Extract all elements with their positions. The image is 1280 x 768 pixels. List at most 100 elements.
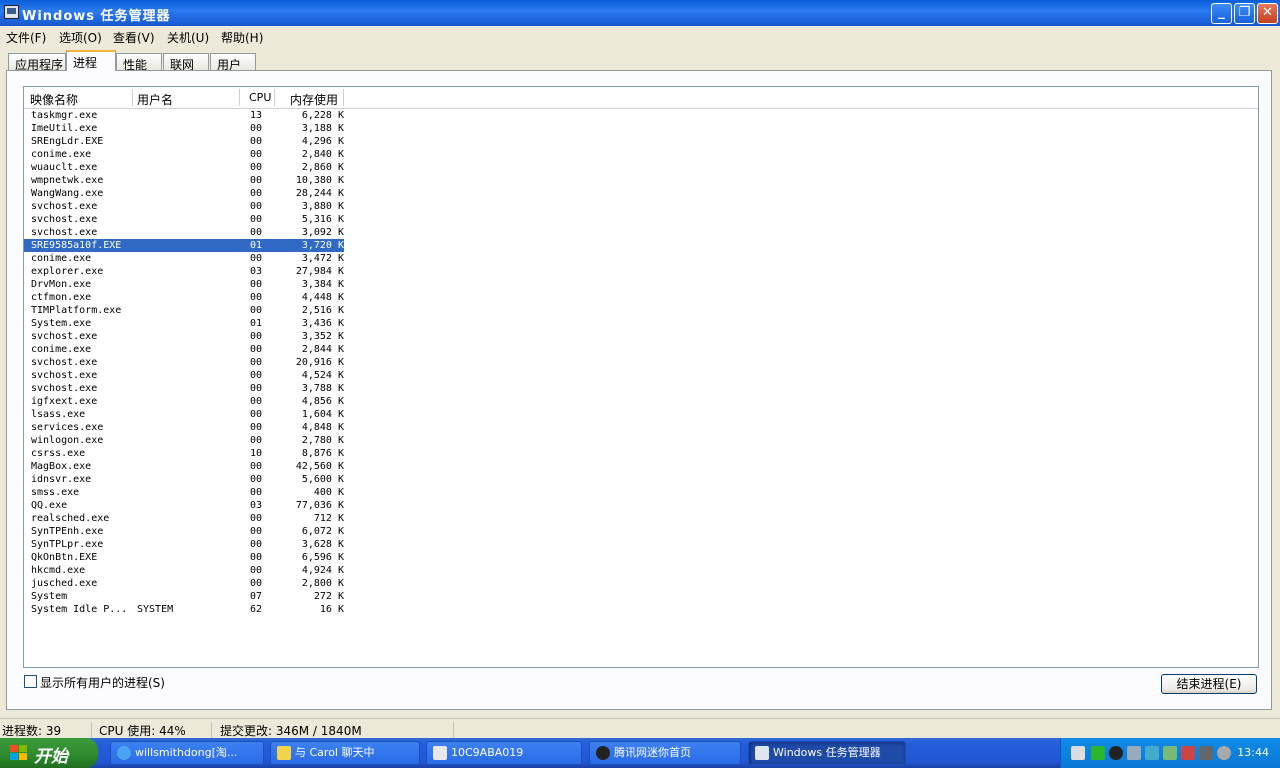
window-title-bar[interactable]: Windows 任务管理器 _ ❐ ✕ xyxy=(0,0,1280,26)
table-row[interactable]: smss.exe 00 400 K xyxy=(24,486,344,499)
window-icon xyxy=(433,746,447,760)
table-row[interactable]: ctfmon.exe 00 4,448 K xyxy=(24,291,344,304)
cell-memory: 3,352 K xyxy=(301,331,344,342)
menu-options[interactable]: 选项(O) xyxy=(59,29,102,46)
table-row[interactable]: idnsvr.exe 00 5,600 K xyxy=(24,473,344,486)
taskbar-item-qq-home[interactable]: 腾讯网迷你首页 xyxy=(589,741,741,765)
table-row[interactable]: MagBox.exe 00 42,560 K xyxy=(24,460,344,473)
tab-performance[interactable]: 性能 xyxy=(116,53,162,72)
security-icon[interactable] xyxy=(1145,746,1159,760)
cell-image-name: winlogon.exe xyxy=(31,435,104,446)
taskbar-item-browser[interactable]: willsmithdong[淘... xyxy=(110,741,264,765)
table-row[interactable]: SRE9585a10f.EXE 01 3,720 K xyxy=(24,239,344,252)
taskbar-item-label: 腾讯网迷你首页 xyxy=(614,746,691,759)
disconnected-network-icon[interactable] xyxy=(1181,746,1195,760)
table-row[interactable]: hkcmd.exe 00 4,924 K xyxy=(24,564,344,577)
menu-view[interactable]: 查看(V) xyxy=(113,29,155,46)
table-row[interactable]: conime.exe 00 2,844 K xyxy=(24,343,344,356)
cell-memory: 2,780 K xyxy=(301,435,344,446)
table-row[interactable]: winlogon.exe 00 2,780 K xyxy=(24,434,344,447)
cell-image-name: svchost.exe xyxy=(31,214,98,225)
keyboard-icon[interactable] xyxy=(1071,746,1085,760)
display-icon[interactable] xyxy=(1199,746,1213,760)
qq-tray-icon[interactable] xyxy=(1109,746,1123,760)
table-row[interactable]: QkOnBtn.EXE 00 6,596 K xyxy=(24,551,344,564)
table-row[interactable]: realsched.exe 00 712 K xyxy=(24,512,344,525)
cell-image-name: TIMPlatform.exe xyxy=(31,305,122,316)
table-row[interactable]: svchost.exe 00 3,788 K xyxy=(24,382,344,395)
table-row[interactable]: taskmgr.exe 13 6,228 K xyxy=(24,109,344,122)
tab-processes[interactable]: 进程 xyxy=(66,50,116,71)
table-row[interactable]: wmpnetwk.exe 00 10,380 K xyxy=(24,174,344,187)
header-cpu[interactable]: CPU xyxy=(249,91,271,108)
tab-users[interactable]: 用户 xyxy=(210,53,256,72)
taskbar-item-chat[interactable]: 与 Carol 聊天中 xyxy=(270,741,420,765)
taskbar-item-label: willsmithdong[淘... xyxy=(135,746,238,759)
table-row[interactable]: svchost.exe 00 3,352 K xyxy=(24,330,344,343)
taskbar-item-folder[interactable]: 10C9ABA019 xyxy=(426,741,582,765)
start-button[interactable]: 开始 xyxy=(0,738,98,768)
table-row[interactable]: svchost.exe 00 4,524 K xyxy=(24,369,344,382)
clock[interactable]: 13:44 xyxy=(1237,746,1269,759)
battery-icon[interactable] xyxy=(1091,746,1105,760)
table-row[interactable]: WangWang.exe 00 28,244 K xyxy=(24,187,344,200)
cell-image-name: DrvMon.exe xyxy=(31,279,92,290)
update-icon[interactable] xyxy=(1163,746,1177,760)
table-row[interactable]: DrvMon.exe 00 3,384 K xyxy=(24,278,344,291)
cell-image-name: QkOnBtn.EXE xyxy=(31,552,98,563)
cell-memory: 5,316 K xyxy=(301,214,344,225)
header-divider[interactable] xyxy=(132,89,133,106)
table-row[interactable]: svchost.exe 00 20,916 K xyxy=(24,356,344,369)
menu-shutdown[interactable]: 关机(U) xyxy=(167,29,209,46)
menu-help[interactable]: 帮助(H) xyxy=(221,29,263,46)
cell-image-name: MagBox.exe xyxy=(31,461,92,472)
close-button[interactable]: ✕ xyxy=(1257,3,1278,24)
table-row[interactable]: SREngLdr.EXE 00 4,296 K xyxy=(24,135,344,148)
table-row[interactable]: explorer.exe 03 27,984 K xyxy=(24,265,344,278)
table-row[interactable]: conime.exe 00 2,840 K xyxy=(24,148,344,161)
table-row[interactable]: jusched.exe 00 2,800 K xyxy=(24,577,344,590)
cell-image-name: conime.exe xyxy=(31,253,92,264)
process-list[interactable]: 映像名称 用户名 CPU 内存使用 taskmgr.exe 13 6,228 K Im… xyxy=(23,86,1259,668)
table-row[interactable]: QQ.exe 03 77,036 K xyxy=(24,499,344,512)
table-row[interactable]: System 07 272 K xyxy=(24,590,344,603)
table-row[interactable]: lsass.exe 00 1,604 K xyxy=(24,408,344,421)
process-rows: taskmgr.exe 13 6,228 K ImeUtil.exe 00 3,188 K… xyxy=(24,109,344,616)
tab-networking[interactable]: 联网 xyxy=(163,53,209,72)
minimize-button[interactable]: _ xyxy=(1211,3,1232,24)
table-row[interactable]: SynTPLpr.exe 00 3,628 K xyxy=(24,538,344,551)
end-process-button[interactable]: 结束进程(E) xyxy=(1161,674,1257,694)
task-manager-icon xyxy=(755,746,769,760)
header-memory[interactable]: 内存使用 xyxy=(290,91,338,108)
table-row[interactable]: services.exe 00 4,848 K xyxy=(24,421,344,434)
header-divider[interactable] xyxy=(274,89,275,106)
show-all-users-checkbox[interactable] xyxy=(24,675,37,688)
table-row[interactable]: svchost.exe 00 3,092 K xyxy=(24,226,344,239)
table-row[interactable]: svchost.exe 00 5,316 K xyxy=(24,213,344,226)
table-row[interactable]: System.exe 01 3,436 K xyxy=(24,317,344,330)
table-row[interactable]: SynTPEnh.exe 00 6,072 K xyxy=(24,525,344,538)
header-image-name[interactable]: 映像名称 xyxy=(30,91,78,108)
task-manager-icon xyxy=(4,5,19,19)
table-row[interactable]: wuauclt.exe 00 2,860 K xyxy=(24,161,344,174)
table-row[interactable]: svchost.exe 00 3,880 K xyxy=(24,200,344,213)
speaker-icon[interactable] xyxy=(1217,746,1231,760)
taskbar-item-task-manager[interactable]: Windows 任务管理器 xyxy=(748,741,906,765)
table-row[interactable]: csrss.exe 10 8,876 K xyxy=(24,447,344,460)
status-process-count: 进程数: 39 xyxy=(0,722,92,738)
header-divider[interactable] xyxy=(239,89,240,106)
cell-memory: 2,516 K xyxy=(301,305,344,316)
network-icon[interactable] xyxy=(1127,746,1141,760)
header-divider[interactable] xyxy=(343,89,344,106)
maximize-button[interactable]: ❐ xyxy=(1234,3,1255,24)
show-all-users-label[interactable]: 显示所有用户的进程(S) xyxy=(40,674,165,691)
cell-memory: 3,436 K xyxy=(301,318,344,329)
table-row[interactable]: System Idle P... SYSTEM 62 16 K xyxy=(24,603,344,616)
menu-file[interactable]: 文件(F) xyxy=(6,29,46,46)
tab-applications[interactable]: 应用程序 xyxy=(8,53,66,72)
table-row[interactable]: igfxext.exe 00 4,856 K xyxy=(24,395,344,408)
table-row[interactable]: TIMPlatform.exe 00 2,516 K xyxy=(24,304,344,317)
table-row[interactable]: conime.exe 00 3,472 K xyxy=(24,252,344,265)
table-row[interactable]: ImeUtil.exe 00 3,188 K xyxy=(24,122,344,135)
header-user-name[interactable]: 用户名 xyxy=(137,91,173,108)
